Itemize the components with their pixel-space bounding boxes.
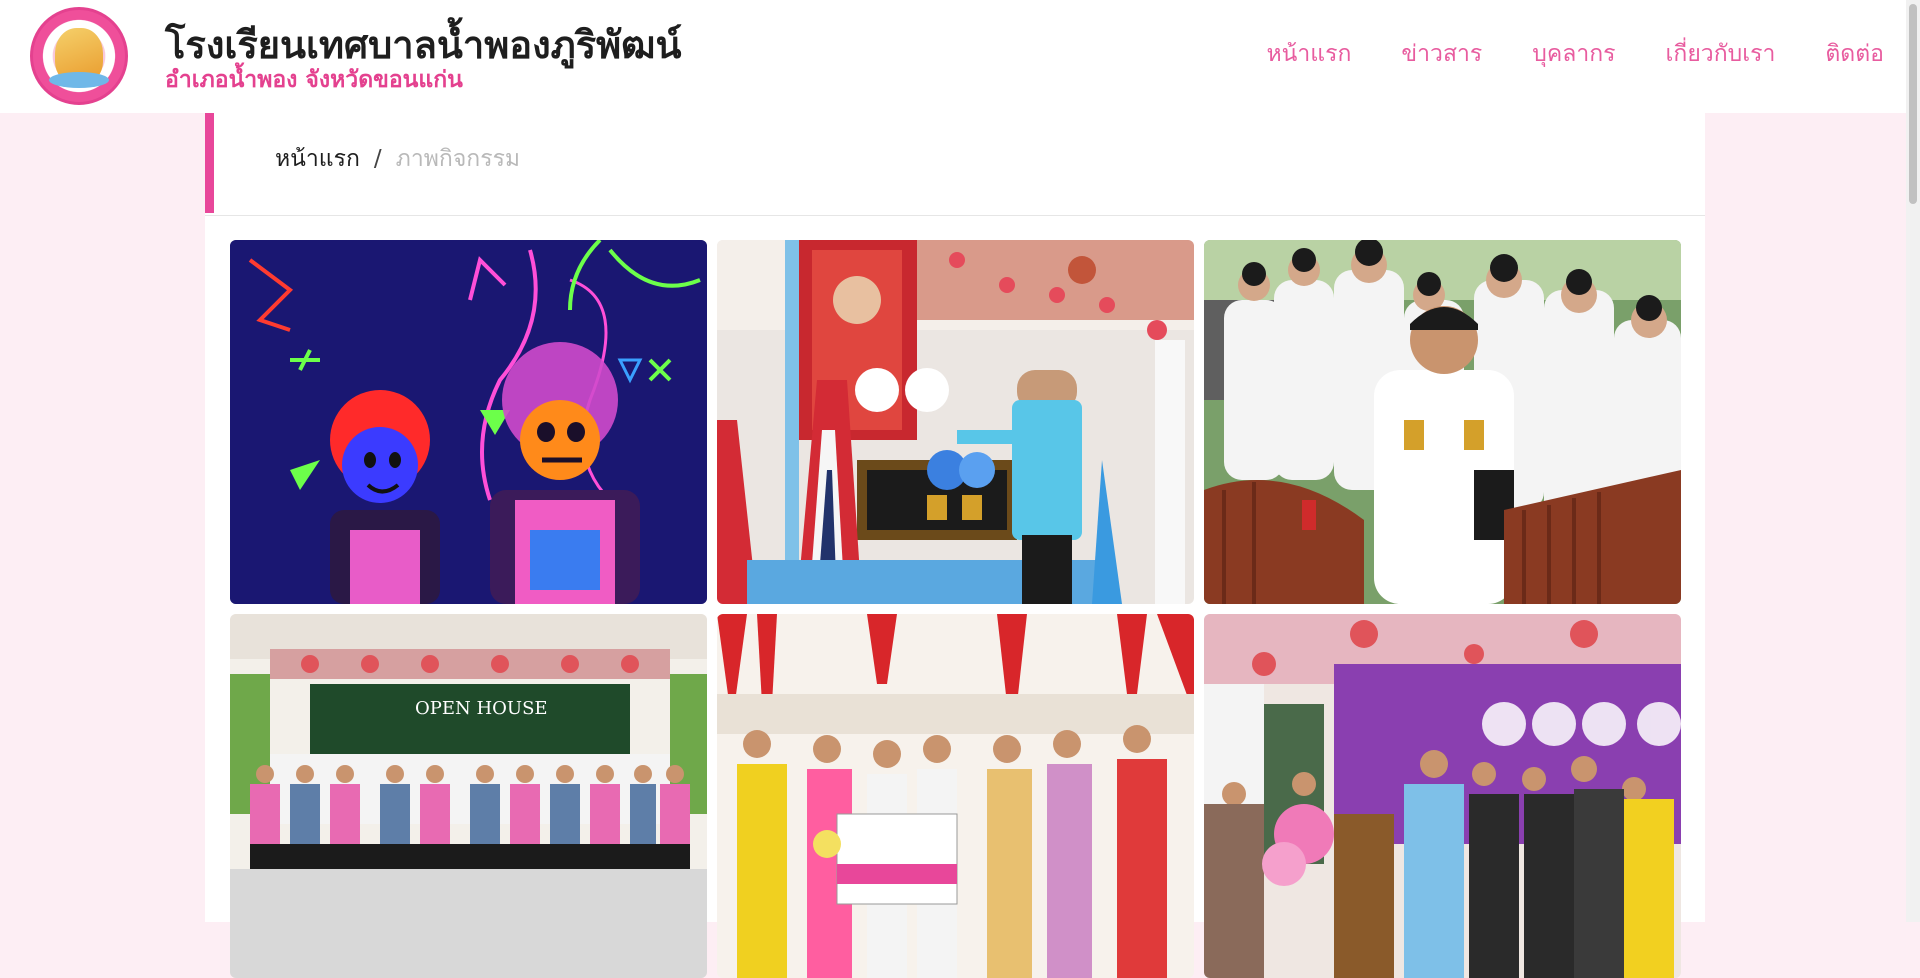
school-location: อำเภอน้ำพอง จังหวัดขอนแก่น [165, 67, 463, 93]
main-content: หน้าแรก / ภาพกิจกรรม OPEN HOUSE [205, 113, 1705, 978]
gallery-photo-sponsorship[interactable] [717, 614, 1194, 978]
gallery-photo-open-house[interactable]: OPEN HOUSE [230, 614, 707, 978]
breadcrumb-bar: หน้าแรก / ภาพกิจกรรม [205, 113, 1705, 216]
breadcrumb-accent-bar [205, 113, 214, 213]
breadcrumb-home-link[interactable]: หน้าแรก [275, 146, 360, 172]
gallery-photo-officials-ceremony[interactable] [1204, 240, 1681, 604]
gallery-photo-academic-stage[interactable] [1204, 614, 1681, 978]
gallery-photo-flower-tribute[interactable] [717, 240, 1194, 604]
nav-item-about[interactable]: เกี่ยวกับเรา [1666, 36, 1776, 72]
site-header: โรงเรียนเทศบาลน้ำพองภูริพัฒน์ อำเภอน้ำพอ… [0, 0, 1920, 113]
logo-water-wave [49, 72, 109, 88]
breadcrumb-separator: / [373, 146, 382, 172]
nav-item-staff[interactable]: บุคลากร [1532, 36, 1615, 72]
nav-item-contact[interactable]: ติดต่อ [1825, 36, 1884, 72]
breadcrumb-current: ภาพกิจกรรม [395, 146, 521, 172]
breadcrumb: หน้าแรก / ภาพกิจกรรม [275, 141, 520, 177]
page-scrollbar[interactable] [1906, 0, 1920, 922]
main-nav: หน้าแรก ข่าวสาร บุคลากร เกี่ยวกับเรา ติด… [1266, 36, 1884, 72]
nav-item-home[interactable]: หน้าแรก [1266, 36, 1351, 72]
open-house-sign-text: OPEN HOUSE [415, 698, 548, 719]
nav-item-news[interactable]: ข่าวสาร [1401, 36, 1482, 72]
gallery-photo-neon-costumes[interactable] [230, 240, 707, 604]
school-logo-icon[interactable] [30, 7, 128, 105]
scrollbar-thumb[interactable] [1909, 4, 1917, 204]
